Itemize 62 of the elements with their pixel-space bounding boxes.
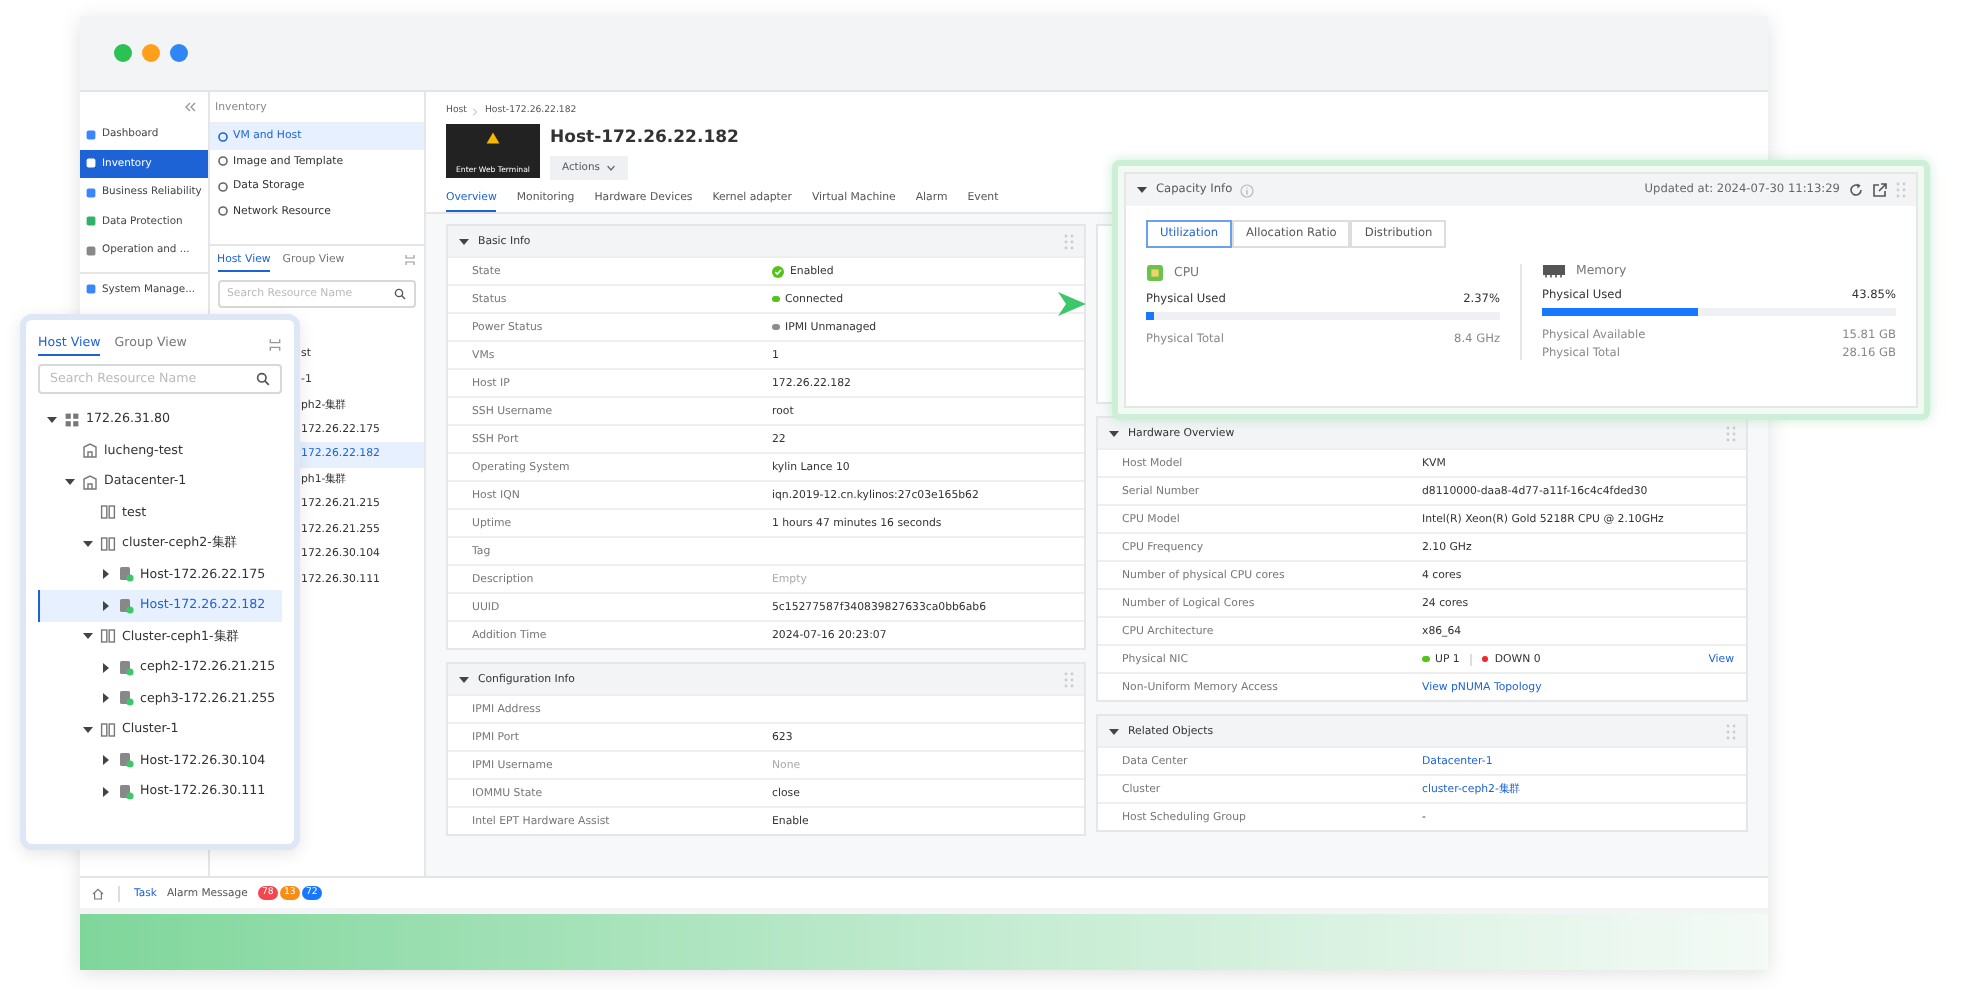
nav-icon — [86, 216, 96, 227]
refresh-icon[interactable] — [1848, 182, 1864, 198]
caret-right-icon[interactable] — [100, 661, 112, 674]
expand-icon[interactable] — [268, 337, 282, 351]
menu-icon — [217, 181, 228, 192]
caret-right-icon[interactable] — [100, 785, 112, 798]
caret-right-icon[interactable] — [100, 692, 112, 705]
chevron-right-icon — [1056, 290, 1088, 318]
caret-down-icon[interactable] — [82, 723, 94, 736]
page-title: Host-172.26.22.182 — [550, 128, 739, 148]
warning-icon — [486, 132, 500, 144]
drag-handle-icon[interactable] — [1064, 233, 1074, 249]
server-icon — [118, 659, 134, 676]
caret-down-icon[interactable] — [1108, 427, 1120, 439]
nav-icon — [86, 284, 96, 294]
chevron-down-icon — [605, 164, 616, 172]
nav-icon — [86, 245, 96, 256]
caret-down-icon[interactable] — [1136, 184, 1148, 196]
caret-down-icon[interactable] — [82, 630, 94, 643]
caret-down-icon[interactable] — [458, 673, 470, 685]
nav-icon — [86, 158, 96, 169]
window-dot — [170, 44, 188, 62]
caret-down-icon[interactable] — [82, 537, 94, 550]
caret-down-icon[interactable] — [458, 235, 470, 247]
search-icon — [394, 288, 406, 300]
building-icon — [82, 473, 98, 490]
chip-icon — [1146, 264, 1164, 282]
server-icon — [118, 690, 134, 707]
menu-icon — [217, 156, 228, 167]
server-icon — [118, 752, 134, 769]
caret-down-icon[interactable] — [46, 413, 58, 426]
cluster-icon — [100, 504, 116, 521]
caret-down-icon[interactable] — [64, 475, 76, 488]
cluster-icon — [100, 628, 116, 645]
caret-right-icon[interactable] — [100, 754, 112, 767]
caret-down-icon[interactable] — [1108, 725, 1120, 737]
nav-icon — [86, 187, 96, 198]
server-icon — [118, 783, 134, 800]
drag-handle-icon[interactable] — [1726, 425, 1736, 441]
collapse-icon[interactable] — [183, 101, 196, 111]
drag-handle-icon[interactable] — [1064, 671, 1074, 687]
network-icon — [64, 411, 80, 428]
window-dot — [142, 44, 160, 62]
menu-icon — [217, 206, 228, 217]
caret-right-icon[interactable] — [100, 599, 112, 612]
server-icon — [118, 597, 134, 614]
memory-icon — [1542, 264, 1566, 278]
drag-handle-icon[interactable] — [1896, 182, 1906, 198]
search-icon — [256, 372, 270, 386]
external-link-icon[interactable] — [1872, 182, 1888, 198]
caret-right-icon[interactable] — [100, 568, 112, 581]
window-dot — [114, 44, 132, 62]
server-icon — [118, 566, 134, 583]
home-icon[interactable] — [92, 887, 104, 899]
check-circle-icon — [772, 265, 784, 277]
drag-handle-icon[interactable] — [1726, 723, 1736, 739]
cluster-icon — [100, 535, 116, 552]
chevron-right-icon — [472, 107, 479, 115]
cluster-icon — [100, 721, 116, 738]
nav-icon — [86, 129, 96, 140]
menu-icon — [217, 131, 228, 142]
building-icon — [82, 442, 98, 459]
